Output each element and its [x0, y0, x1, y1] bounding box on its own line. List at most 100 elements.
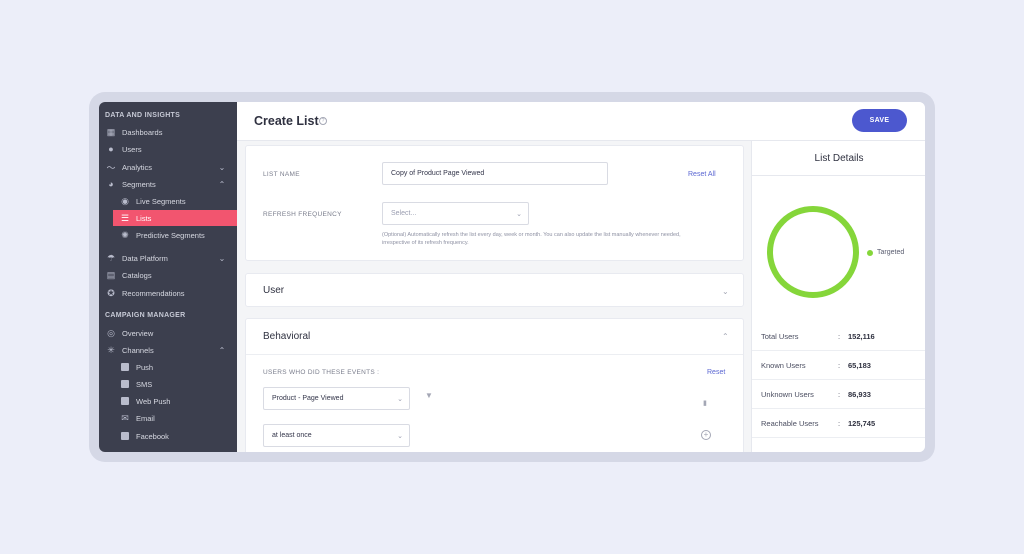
sidebar-item-facebook[interactable]: Facebook	[99, 428, 237, 444]
refresh-frequency-select[interactable]: Select... ⌄	[382, 202, 529, 225]
add-circle-icon[interactable]: +	[701, 430, 711, 440]
chevron-down-icon: ⌄	[516, 211, 522, 218]
eye-icon: ◎	[107, 327, 115, 338]
stat-colon: :	[838, 332, 841, 341]
behavioral-section-title: Behavioral	[263, 331, 311, 342]
section-data-and-insights: DATA AND INSIGHTS	[105, 112, 181, 119]
sidebar-item-users[interactable]: ● Users	[99, 141, 237, 157]
chevron-up-icon: ⌃	[218, 345, 226, 355]
catalog-icon: ▤	[106, 269, 116, 280]
list-name-input[interactable]: Copy of Product Page Viewed	[382, 162, 608, 185]
frequency-select[interactable]: at least once ⌄	[263, 424, 410, 447]
events-label: USERS WHO DID THESE EVENTS :	[263, 369, 380, 376]
sidebar-item-label: Users	[122, 144, 142, 154]
list-icon: ☰	[120, 212, 130, 223]
umbrella-icon: ☂	[106, 252, 116, 263]
sidebar-item-label: Catalogs	[122, 270, 152, 280]
trash-icon[interactable]: ▮	[703, 399, 707, 407]
sidebar-item-label: Channels	[122, 345, 154, 355]
sidebar-item-label: Facebook	[136, 431, 169, 441]
sidebar-item-label: Live Segments	[136, 196, 186, 206]
page-title: Create List	[254, 114, 319, 128]
event-select[interactable]: Product - Page Viewed ⌄	[263, 387, 410, 410]
sidebar-item-overview[interactable]: ◎ Overview	[99, 325, 237, 341]
sidebar-item-analytics[interactable]: 〜 Analytics ⌄	[99, 159, 237, 175]
sidebar-item-channels[interactable]: ✳ Channels ⌃	[99, 342, 237, 358]
sidebar-item-label: Web Push	[136, 396, 171, 406]
list-settings-card: LIST NAME Copy of Product Page Viewed Re…	[245, 145, 744, 261]
sidebar-item-label: Data Platform	[122, 253, 168, 263]
sidebar-item-dashboards[interactable]: ▦ Dashboards	[99, 124, 237, 140]
behavioral-section: Behavioral ⌃ USERS WHO DID THESE EVENTS …	[245, 318, 744, 452]
push-icon	[120, 362, 130, 372]
stat-label: Reachable Users	[761, 419, 819, 428]
sidebar-item-push[interactable]: Push	[99, 359, 237, 375]
channels-icon: ✳	[107, 344, 115, 355]
user-section-title: User	[263, 285, 285, 296]
stat-value: 86,933	[848, 390, 871, 399]
email-icon: ✉	[121, 412, 129, 423]
sidebar-item-live-segments[interactable]: ◉ Live Segments	[99, 193, 237, 209]
list-name-label: LIST NAME	[263, 171, 300, 178]
app-window: DATA AND INSIGHTS ▦ Dashboards ● Users 〜…	[99, 102, 925, 452]
sidebar-item-catalogs[interactable]: ▤ Catalogs	[99, 267, 237, 283]
sidebar-item-label: Recommendations	[122, 288, 185, 298]
chevron-up-icon: ⌃	[218, 179, 226, 189]
stat-row: Unknown Users : 86,933	[752, 380, 925, 409]
user-section[interactable]: User ⌄	[245, 273, 744, 307]
save-button[interactable]: SAVE	[852, 109, 907, 132]
users-icon: ●	[108, 144, 114, 154]
targeted-donut-chart	[767, 206, 859, 298]
stat-label: Total Users	[761, 332, 799, 341]
sidebar-item-predictive-segments[interactable]: ✺ Predictive Segments	[99, 227, 237, 243]
refresh-frequency-label: REFRESH FREQUENCY	[263, 211, 342, 218]
sidebar-item-data-platform[interactable]: ☂ Data Platform ⌄	[99, 250, 237, 266]
stat-row: Known Users : 65,183	[752, 351, 925, 380]
sms-icon	[120, 379, 130, 389]
sidebar-item-label: Push	[136, 362, 154, 372]
sidebar-item-label: Predictive Segments	[136, 230, 205, 240]
sidebar-item-label: Analytics	[122, 162, 153, 172]
help-icon[interactable]: ?	[319, 117, 327, 125]
sidebar-item-email[interactable]: ✉ Email	[99, 410, 237, 426]
sidebar-item-web-push[interactable]: Web Push	[99, 393, 237, 409]
list-details-panel: List Details Targeted Total Users : 152,…	[751, 141, 925, 452]
sidebar-item-lists[interactable]: ☰ Lists	[113, 210, 237, 226]
refresh-hint: (Optional) Automatically refresh the lis…	[382, 232, 681, 246]
filter-icon[interactable]: ▼	[425, 391, 433, 400]
stat-value: 65,183	[848, 361, 871, 370]
sidebar-item-label: SMS	[136, 379, 153, 389]
list-details-title: List Details	[752, 141, 925, 176]
stat-row: Reachable Users : 125,745	[752, 409, 925, 438]
double-chevron-down-icon[interactable]: ⌄	[722, 287, 729, 296]
sidebar-item-sms[interactable]: SMS	[99, 376, 237, 392]
segments-icon: ◕	[108, 179, 114, 189]
reset-link[interactable]: Reset	[707, 369, 725, 376]
stat-value: 152,116	[848, 332, 875, 341]
stat-colon: :	[838, 361, 841, 370]
chevron-down-icon: ⌄	[397, 433, 403, 440]
sidebar-item-recommendations[interactable]: ✪ Recommendations	[99, 285, 237, 301]
chevron-down-icon: ⌄	[397, 396, 403, 403]
stat-label: Known Users	[761, 361, 806, 370]
refresh-frequency-placeholder: Select...	[391, 210, 417, 217]
stat-colon: :	[838, 419, 841, 428]
stat-row: Total Users : 152,116	[752, 322, 925, 351]
dashboard-icon: ▦	[106, 126, 116, 137]
stat-value: 125,745	[848, 419, 876, 428]
reset-all-link[interactable]: Reset All	[688, 171, 716, 178]
section-campaign-manager: CAMPAIGN MANAGER	[105, 312, 186, 319]
frequency-select-value: at least once	[272, 432, 312, 439]
double-chevron-up-icon[interactable]: ⌃	[722, 332, 729, 341]
web-push-icon	[120, 396, 130, 406]
page-header: Create List ? SAVE	[237, 102, 925, 141]
bulb-icon: ✺	[121, 229, 129, 240]
legend-dot	[867, 249, 873, 256]
sidebar-item-label: Segments	[122, 179, 156, 189]
live-segments-icon: ◉	[121, 195, 129, 206]
facebook-icon	[120, 431, 130, 441]
event-select-value: Product - Page Viewed	[272, 395, 344, 402]
sidebar-item-segments[interactable]: ◕ Segments ⌃	[99, 176, 237, 192]
chevron-down-icon: ⌄	[218, 162, 226, 172]
sidebar-item-label: Lists	[136, 213, 152, 223]
